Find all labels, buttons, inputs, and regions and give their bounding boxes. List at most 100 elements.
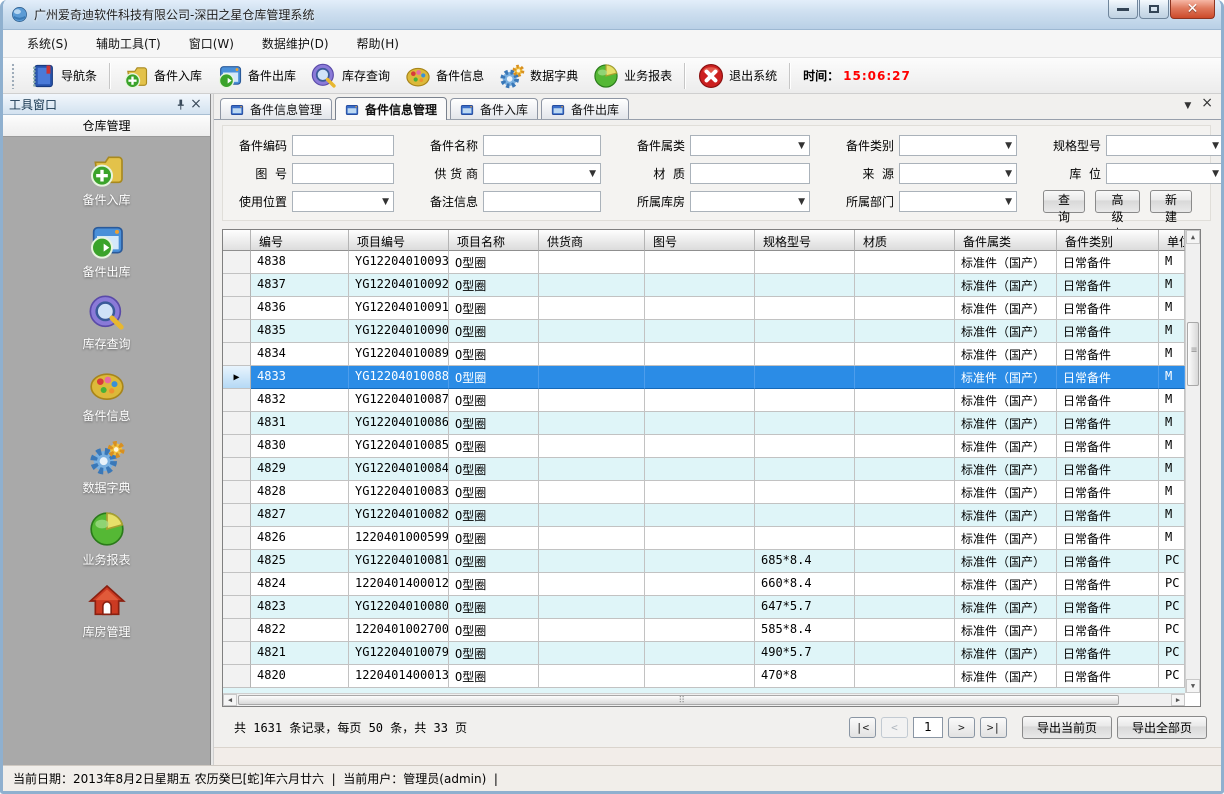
export-current-page-button[interactable]: 导出当前页 (1022, 716, 1112, 739)
field-input[interactable] (483, 135, 601, 156)
row-selector[interactable] (223, 619, 251, 642)
field-select[interactable]: ▼ (899, 163, 1017, 184)
column-header-4[interactable]: 图号 (645, 230, 755, 251)
new-button[interactable]: 新建 (1150, 190, 1192, 213)
sidebar-item-1[interactable]: 备件出库 (3, 221, 210, 280)
menu-item-0[interactable]: 系统(S) (13, 31, 82, 56)
column-header-5[interactable]: 规格型号 (755, 230, 855, 251)
row-selector[interactable] (223, 665, 251, 688)
vertical-scroll-thumb[interactable] (1187, 322, 1199, 386)
table-row[interactable]: 4828YG12204010083O型圈标准件（国产）日常备件M (223, 481, 1185, 504)
next-page-button[interactable]: > (948, 717, 975, 738)
toolbar-button-1[interactable]: 备件入库 (115, 60, 209, 92)
table-row[interactable]: 4823YG12204010080O型圈647*5.7标准件（国产）日常备件PC (223, 596, 1185, 619)
row-selector[interactable] (223, 573, 251, 596)
sidebar-item-2[interactable]: 库存查询 (3, 293, 210, 352)
sidebar-item-3[interactable]: 备件信息 (3, 365, 210, 424)
row-selector[interactable] (223, 458, 251, 481)
row-selector[interactable] (223, 343, 251, 366)
last-page-button[interactable]: >| (980, 717, 1007, 738)
row-selector[interactable] (223, 504, 251, 527)
sidebar-item-5[interactable]: 业务报表 (3, 509, 210, 568)
row-selector-current[interactable]: ▶ (223, 366, 251, 389)
close-button[interactable]: ✕ (1170, 0, 1215, 19)
sidebar-item-0[interactable]: 备件入库 (3, 149, 210, 208)
first-page-button[interactable]: |< (849, 717, 876, 738)
row-selector[interactable] (223, 550, 251, 573)
menu-item-1[interactable]: 辅助工具(T) (82, 31, 175, 56)
menu-item-3[interactable]: 数据维护(D) (248, 31, 343, 56)
field-input[interactable] (483, 191, 601, 212)
prev-page-button[interactable]: < (881, 717, 908, 738)
field-select[interactable]: ▼ (483, 163, 601, 184)
toolbar-button-3[interactable]: 库存查询 (303, 60, 397, 92)
maximize-button[interactable] (1139, 0, 1169, 19)
scroll-up-icon[interactable]: ▲ (1186, 230, 1200, 244)
scroll-down-icon[interactable]: ▼ (1186, 679, 1200, 693)
field-input[interactable] (292, 135, 394, 156)
toolbar-button-6[interactable]: 业务报表 (585, 60, 679, 92)
table-row[interactable]: 48201220401400013O型圈470*8标准件（国产）日常备件PC (223, 665, 1185, 688)
close-icon[interactable]: × (1201, 97, 1213, 112)
field-select[interactable]: ▼ (899, 191, 1017, 212)
table-row[interactable]: 48241220401400012O型圈660*8.4标准件（国产）日常备件PC (223, 573, 1185, 596)
row-selector[interactable] (223, 481, 251, 504)
row-selector[interactable] (223, 297, 251, 320)
row-selector-header[interactable] (223, 230, 251, 251)
field-select[interactable]: ▼ (1106, 135, 1224, 156)
table-row[interactable]: 4832YG12204010087O型圈标准件（国产）日常备件M (223, 389, 1185, 412)
chevron-down-icon[interactable]: ▼ (1184, 100, 1191, 112)
row-selector[interactable] (223, 596, 251, 619)
table-row[interactable]: 4835YG12204010090O型圈标准件（国产）日常备件M (223, 320, 1185, 343)
table-row[interactable]: 4836YG12204010091O型圈标准件（国产）日常备件M (223, 297, 1185, 320)
field-input[interactable] (292, 163, 394, 184)
scroll-left-icon[interactable]: ◀ (223, 694, 237, 706)
scroll-right-icon[interactable]: ▶ (1171, 694, 1185, 706)
export-all-pages-button[interactable]: 导出全部页 (1117, 716, 1207, 739)
row-selector[interactable] (223, 274, 251, 297)
toolbar-button-2[interactable]: 备件出库 (209, 60, 303, 92)
toolbar-button-7[interactable]: 退出系统 (690, 60, 784, 92)
row-selector[interactable] (223, 642, 251, 665)
column-header-9[interactable]: 单位 (1159, 230, 1185, 251)
field-select[interactable]: ▼ (690, 135, 810, 156)
table-row[interactable]: 4831YG12204010086O型圈标准件（国产）日常备件M (223, 412, 1185, 435)
field-select[interactable]: ▼ (690, 191, 810, 212)
row-selector[interactable] (223, 389, 251, 412)
horizontal-scrollbar[interactable]: ◀ ▶ (223, 693, 1185, 706)
column-header-1[interactable]: 项目编号 (349, 230, 449, 251)
query-button[interactable]: 查询 (1043, 190, 1085, 213)
row-selector[interactable] (223, 412, 251, 435)
table-row[interactable]: 4830YG12204010085O型圈标准件（国产）日常备件M (223, 435, 1185, 458)
tab-3[interactable]: 备件出库 (541, 98, 629, 119)
sidebar-item-6[interactable]: 库房管理 (3, 581, 210, 640)
sidebar-item-4[interactable]: 数据字典 (3, 437, 210, 496)
table-row[interactable]: 48261220401000599O型圈标准件（国产）日常备件M (223, 527, 1185, 550)
toolbar-button-5[interactable]: 数据字典 (491, 60, 585, 92)
minimize-button[interactable] (1108, 0, 1138, 19)
column-header-8[interactable]: 备件类别 (1057, 230, 1159, 251)
vertical-scrollbar[interactable]: ▲ ▼ (1185, 230, 1200, 693)
menu-item-2[interactable]: 窗口(W) (175, 31, 248, 56)
table-row[interactable]: 4827YG12204010082O型圈标准件（国产）日常备件M (223, 504, 1185, 527)
pin-icon[interactable] (172, 97, 188, 111)
tab-2[interactable]: 备件入库 (450, 98, 538, 119)
table-row[interactable]: 4837YG12204010092O型圈标准件（国产）日常备件M (223, 274, 1185, 297)
field-input[interactable] (690, 163, 810, 184)
toolbar-button-4[interactable]: 备件信息 (397, 60, 491, 92)
row-selector[interactable] (223, 251, 251, 274)
row-selector[interactable] (223, 435, 251, 458)
table-row[interactable]: 4834YG12204010089O型圈标准件（国产）日常备件M (223, 343, 1185, 366)
row-selector[interactable] (223, 527, 251, 550)
toolbar-grip-icon[interactable] (11, 63, 16, 89)
tab-1[interactable]: 备件信息管理 (335, 97, 447, 120)
advanced-query-button[interactable]: 高级查询 (1095, 190, 1140, 213)
menu-item-4[interactable]: 帮助(H) (343, 31, 413, 56)
table-row[interactable]: ▶4833YG12204010088O型圈标准件（国产）日常备件M (223, 366, 1185, 389)
table-row[interactable]: 4825YG12204010081O型圈685*8.4标准件（国产）日常备件PC (223, 550, 1185, 573)
field-select[interactable]: ▼ (292, 191, 394, 212)
close-icon[interactable]: × (188, 97, 204, 111)
column-header-0[interactable]: 编号 (251, 230, 349, 251)
column-header-6[interactable]: 材质 (855, 230, 955, 251)
row-selector[interactable] (223, 320, 251, 343)
